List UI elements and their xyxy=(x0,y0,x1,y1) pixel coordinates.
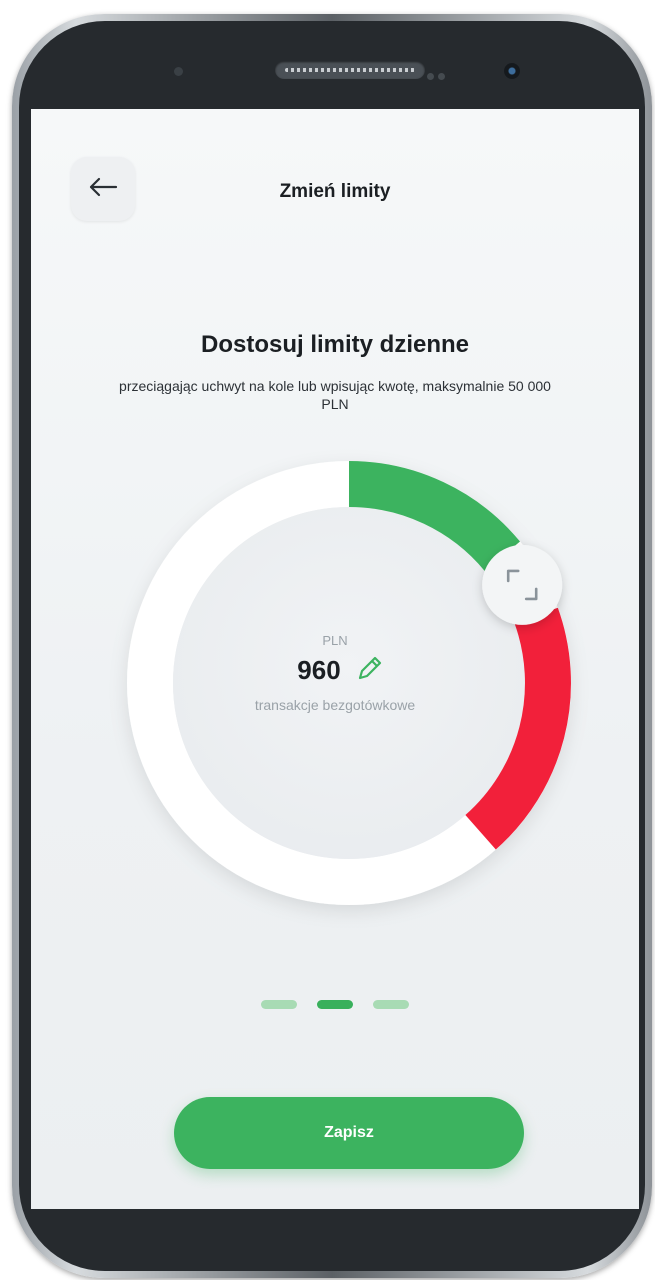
app-screen: Zmień limity Dostosuj limity dzienne prz… xyxy=(31,109,639,1209)
dial-handle[interactable] xyxy=(482,544,563,625)
page-dot-2[interactable] xyxy=(317,1000,353,1009)
page-indicator xyxy=(31,1000,639,1009)
earpiece-speaker xyxy=(275,61,425,79)
proximity-sensor xyxy=(174,67,183,76)
front-camera xyxy=(504,63,520,79)
page-dot-3[interactable] xyxy=(373,1000,409,1009)
sensor-dots xyxy=(427,67,451,80)
page-dot-1[interactable] xyxy=(261,1000,297,1009)
limit-value-row: 960 xyxy=(43,653,639,688)
save-button[interactable]: Zapisz xyxy=(174,1097,524,1169)
phone-frame: Zmień limity Dostosuj limity dzienne prz… xyxy=(12,14,652,1278)
limit-type-caption: transakcje bezgotówkowe xyxy=(254,697,416,713)
phone-bezel: Zmień limity Dostosuj limity dzienne prz… xyxy=(19,21,645,1271)
currency-label: PLN xyxy=(322,633,348,648)
pencil-icon[interactable] xyxy=(355,653,385,688)
limit-value[interactable]: 960 xyxy=(297,655,340,686)
